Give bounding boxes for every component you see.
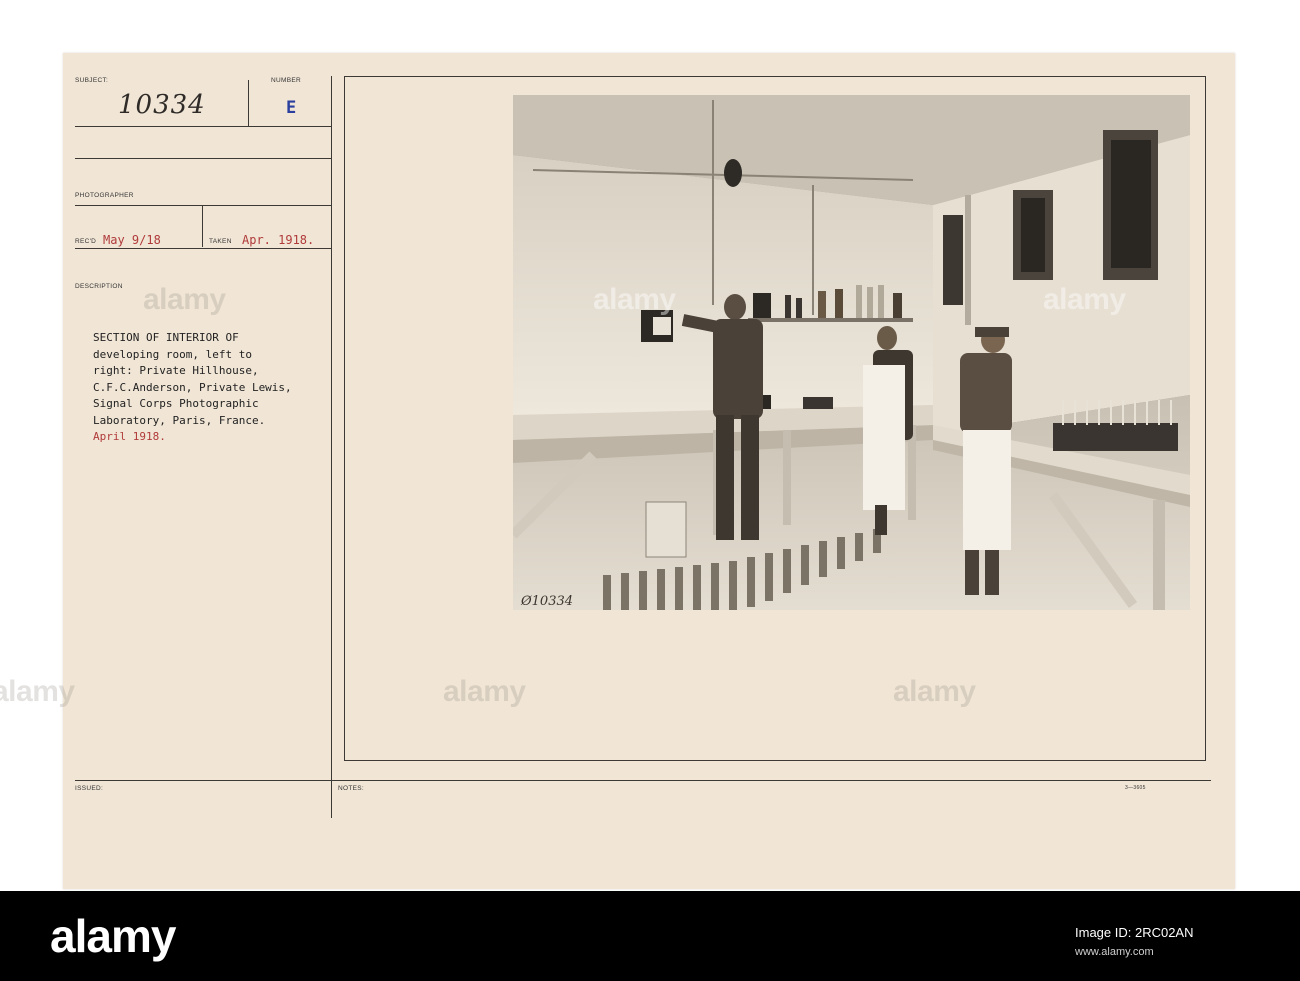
notes-rule [75,780,1211,781]
taken-date: Apr. 1918. [242,233,315,247]
desc-line: Signal Corps Photographic [93,397,259,410]
series-letter: E [286,98,297,118]
watermark: alamy [0,675,75,708]
recd-date: May 9/18 [103,233,161,247]
divider [75,126,331,127]
description-label: DESCRIPTION [75,283,123,290]
divider [75,248,331,249]
issued-label: ISSUED: [75,785,104,792]
photo-frame-top [344,76,1206,77]
watermark: alamy [143,283,226,316]
watermark: alamy [1043,283,1126,316]
watermark: alamy [443,675,526,708]
photographer-label: PHOTOGRAPHER [75,192,134,199]
divider [75,158,331,159]
image-id: Image ID: 2RC02AN [1075,925,1194,940]
subject-number: 10334 [118,90,206,120]
number-label: NUMBER [271,77,301,84]
photo-inscription: Ø10334 [520,594,573,609]
desc-line: right: Private Hillhouse, [93,364,259,377]
darkroom-photo: Ø10334 [513,95,1190,610]
form-number: 3—3605 [1125,785,1146,791]
divider [202,205,203,247]
notes-label: NOTES: [338,785,364,792]
divider [75,205,331,206]
alamy-logo: alamy [50,910,176,962]
photo-frame-bottom [344,760,1206,761]
column-divider [331,76,332,818]
watermark: alamy [593,283,676,316]
desc-line: developing room, left to [93,347,252,361]
subject-label: SUBJECT: [75,77,109,84]
site-url: www.alamy.com [1075,946,1154,958]
description-text: SECTION OF INTERIOR OF developing room, … [93,330,363,446]
divider [248,80,249,126]
photo-frame-right [1205,76,1206,760]
recd-label: REC'D [75,238,97,245]
desc-line: April 1918. [93,430,166,443]
darkroom-scene: Ø10334 [513,95,1190,610]
watermark: alamy [893,675,976,708]
taken-label: TAKEN [209,238,232,245]
desc-line: SECTION OF INTERIOR OF [93,331,239,344]
desc-line: C.F.C.Anderson, Private Lewis, [93,380,292,394]
photo-frame-left [344,76,345,760]
desc-line: Laboratory, Paris, France. [93,413,266,427]
